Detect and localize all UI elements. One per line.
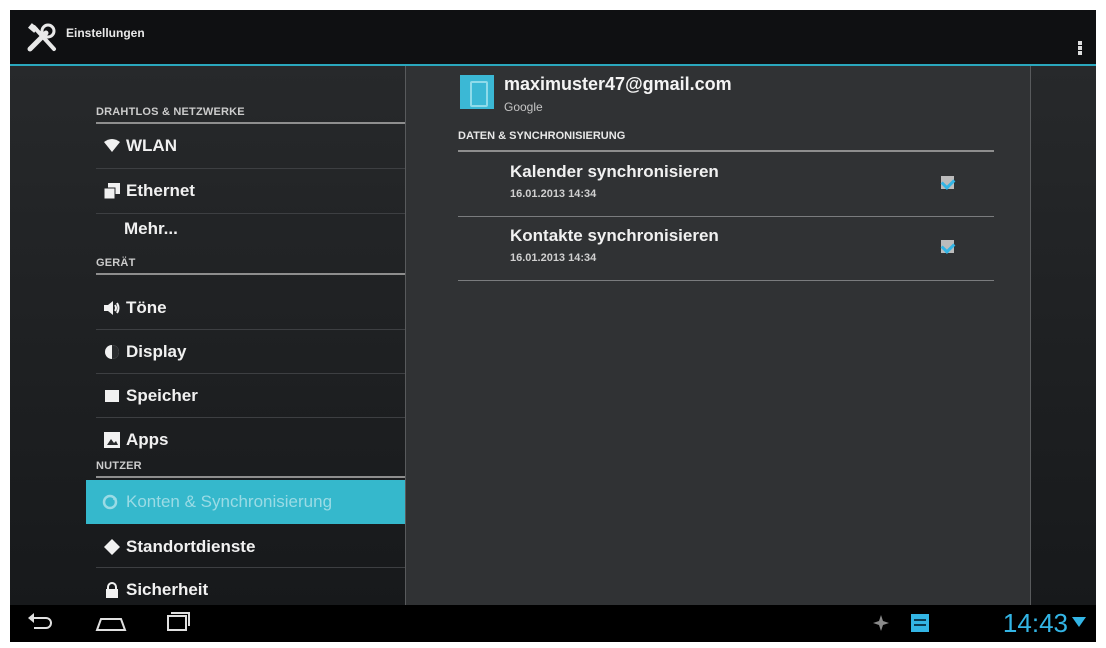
- wifi-status-icon: [1072, 617, 1086, 627]
- sidebar-item-sound[interactable]: Töne: [96, 286, 406, 330]
- section-divider: [96, 476, 406, 478]
- sync-item-date: 16.01.2013 14:34: [510, 188, 597, 200]
- section-header-user: NUTZER: [96, 460, 142, 472]
- storage-icon: [104, 388, 120, 404]
- sidebar-item-label: Apps: [126, 430, 169, 449]
- sidebar-item-wlan[interactable]: WLAN: [96, 124, 406, 168]
- section-header-wireless: DRAHTLOS & NETZWERKE: [96, 106, 245, 118]
- sync-item-title: Kalender synchronisieren: [510, 162, 719, 181]
- sync-checkbox[interactable]: [940, 175, 956, 190]
- sync-item-title: Kontakte synchronisieren: [510, 226, 719, 245]
- download-notification-icon[interactable]: [911, 614, 929, 632]
- sidebar-item-label: Konten & Synchronisierung: [126, 492, 333, 511]
- section-header-data-sync: DATEN & SYNCHRONISIERUNG: [458, 130, 626, 142]
- settings-headers-list: DRAHTLOS & NETZWERKE WLAN Ethernet Mehr.…: [86, 66, 410, 605]
- sidebar-item-label: Standortdienste: [126, 537, 256, 556]
- account-provider: Google: [504, 100, 543, 114]
- section-divider: [96, 273, 406, 275]
- system-navigation-bar: 14:43: [10, 605, 1096, 642]
- account-email: maximuster47@gmail.com: [504, 74, 732, 94]
- sidebar-item-more[interactable]: Mehr...: [96, 213, 406, 253]
- sidebar-item-location[interactable]: Standortdienste: [96, 525, 406, 569]
- sync-checkbox[interactable]: [940, 239, 956, 254]
- apps-icon: [104, 432, 120, 448]
- section-divider: [458, 150, 994, 152]
- back-icon[interactable]: [26, 610, 56, 636]
- sound-icon: [104, 300, 120, 316]
- sync-item-contacts[interactable]: Kontakte synchronisieren 16.01.2013 14:3…: [458, 218, 994, 276]
- sidebar-item-label: Mehr...: [124, 219, 178, 238]
- sidebar-item-label: Display: [126, 342, 187, 361]
- recent-apps-icon[interactable]: [162, 610, 192, 636]
- account-detail-pane: maximuster47@gmail.com Google DATEN & SY…: [405, 66, 1031, 605]
- sidebar-item-label: Speicher: [126, 386, 198, 405]
- divider: [458, 280, 994, 281]
- sidebar-item-label: WLAN: [126, 136, 177, 155]
- checkmark-icon: [940, 239, 956, 254]
- sync-item-calendar[interactable]: Kalender synchronisieren 16.01.2013 14:3…: [458, 154, 994, 212]
- display-icon: [104, 344, 120, 360]
- sidebar-item-apps[interactable]: Apps: [96, 418, 406, 462]
- ethernet-icon: [103, 183, 120, 200]
- sidebar-item-ethernet[interactable]: Ethernet: [96, 169, 406, 213]
- sidebar-item-display[interactable]: Display: [96, 330, 406, 374]
- app-title: Einstellungen: [66, 26, 145, 40]
- location-icon: [104, 539, 120, 555]
- sidebar-item-label: Ethernet: [126, 181, 195, 200]
- settings-content: DRAHTLOS & NETZWERKE WLAN Ethernet Mehr.…: [10, 66, 1096, 605]
- sync-item-date: 16.01.2013 14:34: [510, 252, 597, 264]
- notification-icon[interactable]: [872, 614, 890, 632]
- google-account-icon: [460, 75, 494, 109]
- sidebar-item-label: Sicherheit: [126, 580, 209, 599]
- tools-icon[interactable]: [26, 23, 60, 53]
- divider: [458, 216, 994, 217]
- home-icon[interactable]: [94, 610, 128, 636]
- checkmark-icon: [940, 175, 956, 190]
- sidebar-item-storage[interactable]: Speicher: [96, 374, 406, 418]
- lock-icon: [104, 582, 120, 598]
- action-bar: Einstellungen: [10, 10, 1096, 66]
- status-clock[interactable]: 14:43: [1003, 608, 1068, 639]
- overflow-menu-icon[interactable]: [1076, 40, 1084, 58]
- wifi-icon: [104, 138, 120, 154]
- section-header-device: GERÄT: [96, 257, 136, 269]
- sidebar-item-security[interactable]: Sicherheit: [96, 568, 406, 605]
- sidebar-item-accounts-sync[interactable]: Konten & Synchronisierung: [86, 480, 406, 524]
- sidebar-item-label: Töne: [126, 298, 167, 317]
- device-screen: Einstellungen DRAHTLOS & NETZWERKE WLAN …: [10, 10, 1096, 642]
- sync-icon: [102, 494, 118, 510]
